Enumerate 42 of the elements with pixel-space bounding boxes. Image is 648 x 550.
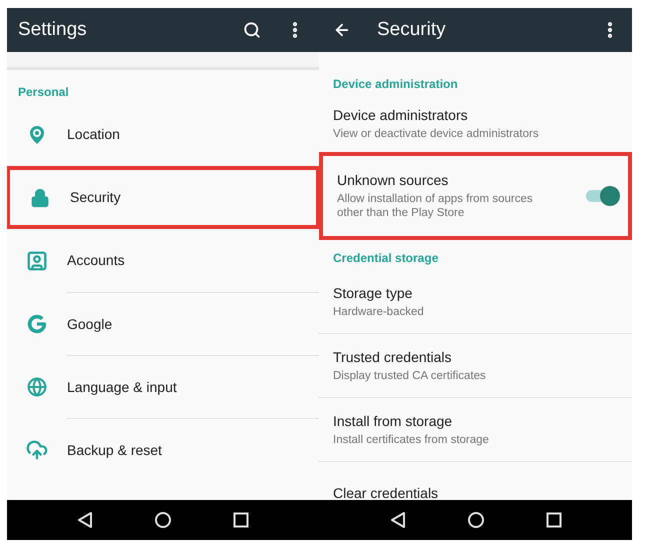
settings-item[interactable]: Trusted credentials Display trusted CA certificates [319, 334, 632, 398]
item-label: Google [67, 314, 112, 334]
item-subtitle: Hardware-backed [333, 304, 425, 318]
padlock-icon [30, 188, 50, 208]
search-icon[interactable] [243, 21, 261, 39]
app-bar-title: Security [377, 18, 447, 42]
item-subtitle: Display trusted CA certificates [333, 368, 487, 382]
recents-icon[interactable] [546, 512, 562, 528]
person-card-icon [26, 250, 48, 272]
item-title: Device administrators [333, 107, 469, 124]
settings-item[interactable]: Storage type Hardware-backed [319, 270, 632, 334]
home-icon[interactable] [466, 511, 484, 529]
settings-item[interactable]: Device administrators View or deactivate device administrators [319, 96, 632, 152]
item-subtitle: View or deactivate device administrators [333, 127, 540, 141]
section-header: Personal [18, 84, 69, 101]
back-icon[interactable] [390, 511, 406, 529]
item-title: Install from storage [333, 412, 454, 430]
home-icon[interactable] [154, 511, 172, 529]
item-title: Storage type [333, 284, 414, 302]
item-title: Clear credentials [333, 485, 440, 500]
item-label: Backup & reset [67, 440, 162, 460]
cloud-upload-icon [26, 438, 48, 460]
item-label: Security [70, 188, 121, 207]
app-bar-title: Settings [18, 18, 88, 42]
settings-item[interactable]: Install from storage Install certificates from storage [319, 398, 632, 462]
settings-item[interactable]: Location [7, 103, 319, 166]
item-title: Trusted credentials [333, 348, 453, 366]
settings-item[interactable]: Security [7, 166, 319, 229]
item-title: Unknown sources [337, 172, 450, 189]
item-subtitle: Install certificates from storage [333, 432, 490, 446]
item-label: Language & input [67, 378, 177, 397]
g-letter-icon [26, 312, 48, 334]
item-label: Accounts [67, 251, 125, 270]
back-icon[interactable] [77, 511, 94, 529]
item-label: Location [67, 125, 120, 144]
globe-icon [27, 376, 47, 396]
settings-item[interactable]: Accounts [7, 229, 319, 292]
section-header: Credential storage [333, 250, 438, 267]
recents-icon[interactable] [232, 512, 249, 528]
section-header: Device administration [333, 76, 458, 93]
settings-item[interactable]: Unknown sources Allow installation of apps from sources other than the Play Store [319, 152, 632, 240]
item-subtitle: Allow installation of apps from sources other than the Play Store [337, 192, 534, 220]
